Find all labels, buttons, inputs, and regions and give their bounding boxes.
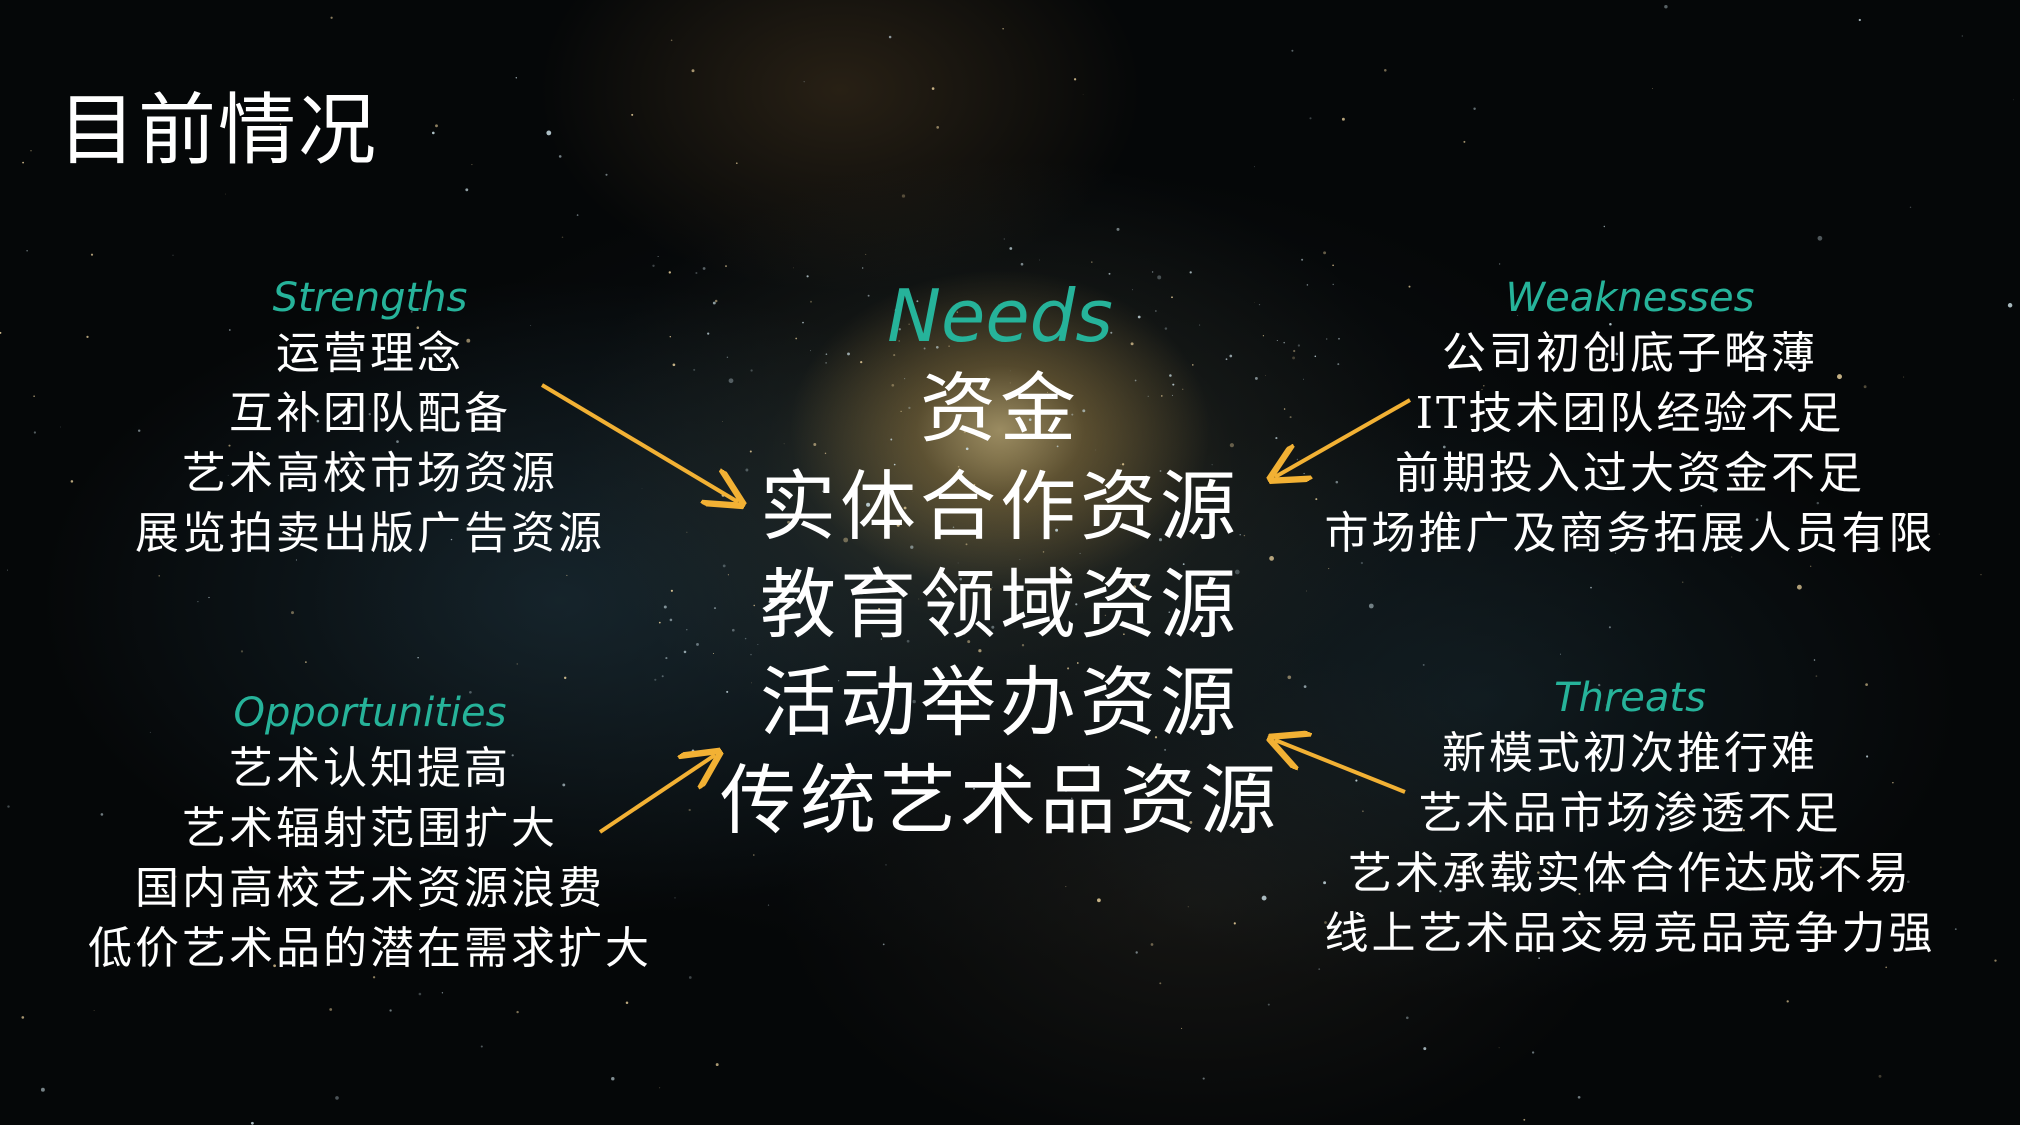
arrows-layer [540, 383, 1411, 834]
arrow-icon [1275, 740, 1406, 794]
arrow-icon [540, 383, 738, 502]
arrow-icon [598, 755, 715, 834]
arrow-icon [1275, 398, 1411, 477]
